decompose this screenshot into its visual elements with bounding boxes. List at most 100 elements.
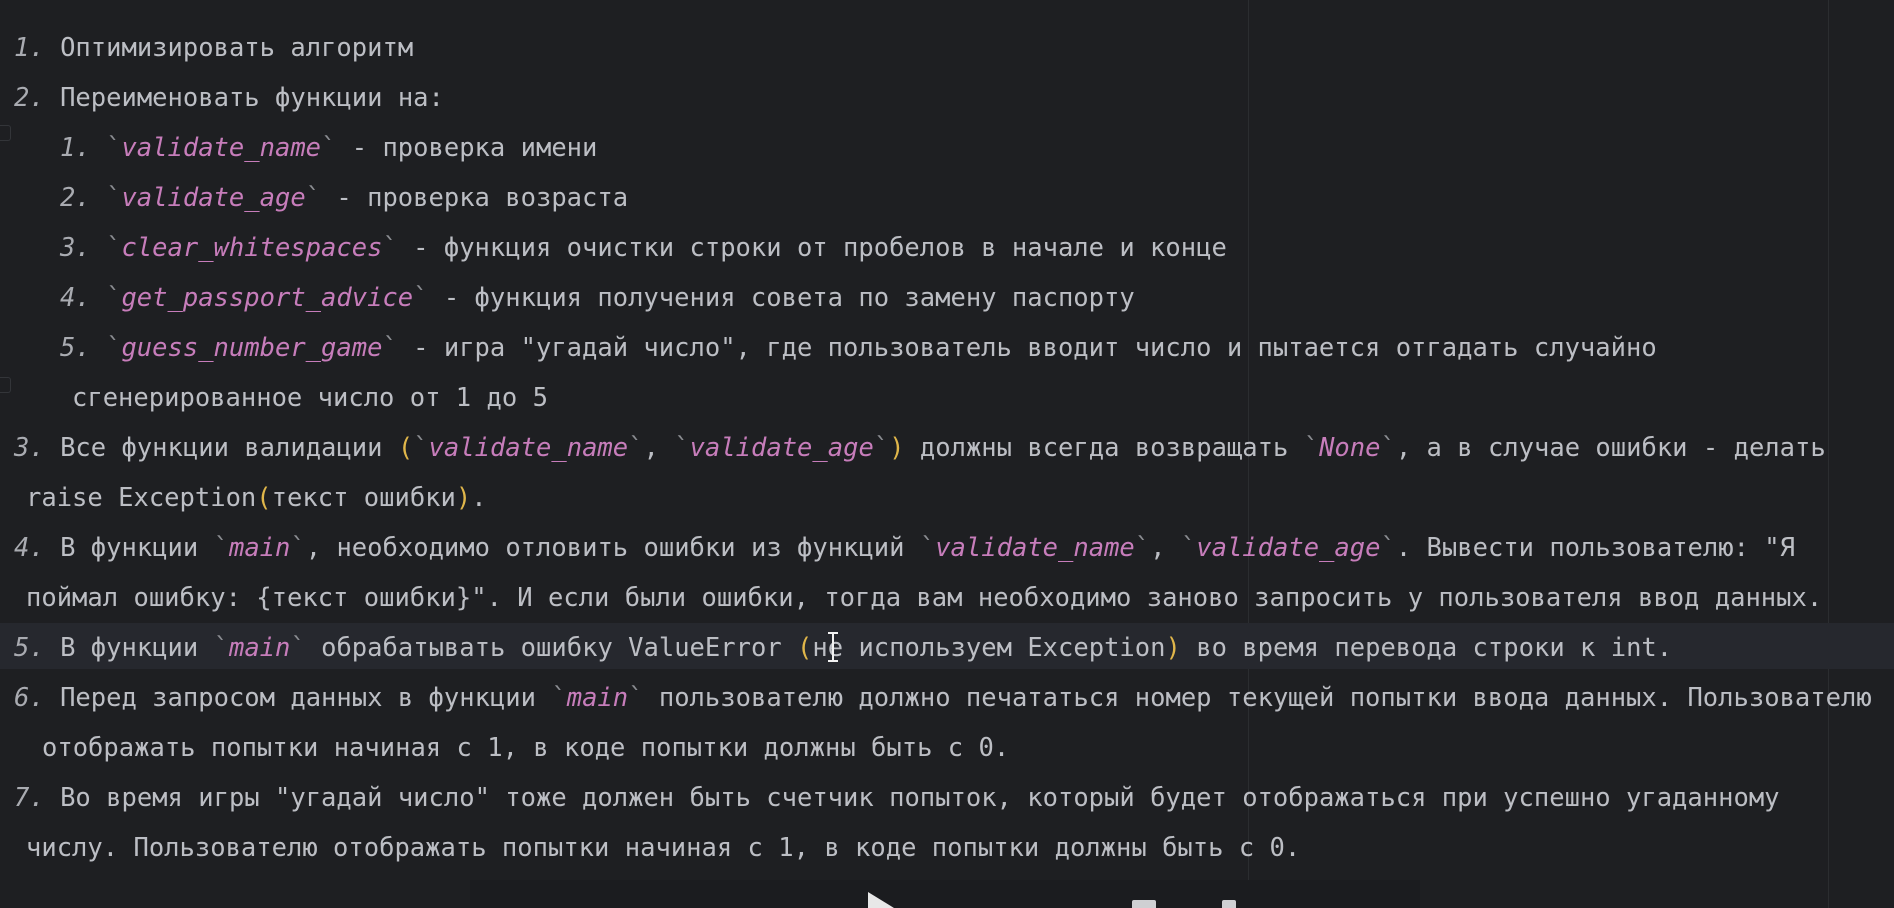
editor-line: 1. Оптимизировать алгоритм xyxy=(14,23,413,73)
editor-line: 6. Перед запросом данных в функции `main… xyxy=(14,673,1872,723)
line-text: ) xyxy=(889,433,905,463)
inline-code: main xyxy=(566,683,629,713)
line-text: - функция получения совета по замену пас… xyxy=(428,283,1135,313)
editor-line: 5. В функции `main` обрабатывать ошибку … xyxy=(14,623,1672,673)
editor-line: числу. Пользователю отображать попытки н… xyxy=(26,823,1300,873)
line-text: ) xyxy=(455,483,472,513)
inline-code: validate_name xyxy=(428,433,629,463)
list-number: 7. xyxy=(14,783,45,813)
play-icon[interactable] xyxy=(868,892,894,908)
line-text: ` xyxy=(674,433,690,463)
line-text: ` xyxy=(106,133,122,163)
line-text: ` xyxy=(873,433,890,463)
line-text: не используем Exception xyxy=(812,633,1166,663)
line-text: - функция очистки строки от пробелов в н… xyxy=(397,233,1227,263)
line-text: ` xyxy=(919,533,936,563)
line-text: ` xyxy=(213,633,229,663)
line-text: ` xyxy=(1380,433,1396,463)
volume-icon[interactable] xyxy=(1132,900,1156,908)
editor-line: 2. Переименовать функции на: xyxy=(14,73,444,123)
line-text: ` xyxy=(628,433,644,463)
line-text: ` xyxy=(290,633,306,663)
editor-line: 2. `validate_age` - проверка возраста xyxy=(60,173,628,223)
list-number: 4. xyxy=(14,533,45,563)
line-text xyxy=(91,333,106,363)
line-text: , xyxy=(643,433,675,463)
line-text: raise Exception xyxy=(26,483,257,513)
editor-line: сгенерированное число от 1 до 5 xyxy=(72,373,548,423)
editor-line: 7. Во время игры "угадай число" тоже дол… xyxy=(14,773,1780,823)
line-text xyxy=(91,183,106,213)
line-text: ` xyxy=(551,683,567,713)
line-text: пользователю должно печататься номер тек… xyxy=(643,683,1872,713)
editor-line: 4. В функции `main`, необходимо отловить… xyxy=(14,523,1795,573)
inline-code: validate_age xyxy=(121,183,306,213)
line-text: ` xyxy=(413,283,429,313)
wrap-guide xyxy=(1828,0,1829,908)
line-text: . xyxy=(471,483,487,513)
line-text: ` xyxy=(290,533,306,563)
fold-marker-icon[interactable] xyxy=(0,125,11,141)
inline-code: guess_number_game xyxy=(121,333,383,363)
list-number: 5. xyxy=(14,633,45,663)
line-text: - игра "угадай число", где пользователь … xyxy=(397,333,1657,363)
editor-line: 3. `clear_whitespaces` - функция очистки… xyxy=(60,223,1227,273)
line-text: отображать попытки начиная с 1, в коде п… xyxy=(42,733,1010,763)
list-number: 4. xyxy=(60,283,91,313)
line-text: В функции xyxy=(44,633,214,663)
line-text: ` xyxy=(1180,533,1197,563)
inline-code: validate_name xyxy=(121,133,322,163)
line-text: текст ошибки xyxy=(271,483,456,513)
editor-line: поймал ошибку: {текст ошибки}". И если б… xyxy=(26,573,1822,623)
line-text: Переименовать функции на: xyxy=(44,83,444,113)
line-text: ( xyxy=(256,483,272,513)
line-text: ` xyxy=(1380,533,1396,563)
line-text: В функции xyxy=(44,533,214,563)
line-text: сгенерированное число от 1 до 5 xyxy=(72,383,548,413)
line-text: поймал ошибку: {текст ошибки}". И если б… xyxy=(26,583,1823,613)
line-text xyxy=(91,133,106,163)
editor-line: отображать попытки начиная с 1, в коде п… xyxy=(42,723,1009,773)
line-text: ` xyxy=(413,433,429,463)
line-text: числу. Пользователю отображать попытки н… xyxy=(26,833,1301,863)
line-text: ) xyxy=(1165,633,1181,663)
line-text: , xyxy=(1150,533,1181,563)
list-number: 3. xyxy=(14,433,45,463)
inline-code: validate_age xyxy=(689,433,874,463)
line-text: ` xyxy=(305,183,322,213)
line-text: ` xyxy=(382,333,398,363)
list-number: 1. xyxy=(14,33,45,63)
line-text: ` xyxy=(1303,433,1320,463)
markdown-editor[interactable]: 1. Оптимизировать алгоритм 2. Переименов… xyxy=(0,0,1894,908)
line-text: во время перевода строки к int. xyxy=(1180,633,1673,663)
editor-line: 5. `guess_number_game` - игра "угадай чи… xyxy=(60,323,1657,373)
line-text: - проверка имени xyxy=(336,133,598,163)
line-text: , необходимо отловить ошибки из функций xyxy=(305,533,920,563)
line-text: ( xyxy=(397,433,414,463)
line-text: Все функции валидации xyxy=(44,433,398,463)
line-text: . Вывести пользователю: "Я xyxy=(1395,533,1795,563)
editor-line: 3. Все функции валидации (`validate_name… xyxy=(14,423,1826,473)
line-text: ` xyxy=(106,333,122,363)
editor-line: 4. `get_passport_advice` - функция получ… xyxy=(60,273,1135,323)
text-cursor-icon xyxy=(828,632,838,662)
line-text: ` xyxy=(382,233,398,263)
line-text: - проверка возраста xyxy=(321,183,629,213)
editor-line: raise Exception(текст ошибки). xyxy=(26,473,487,523)
inline-code: main xyxy=(228,533,291,563)
fold-marker-icon[interactable] xyxy=(0,377,11,393)
line-text: , а в случае ошибки - делать xyxy=(1395,433,1826,463)
inline-code: clear_whitespaces xyxy=(121,233,383,263)
line-text: ` xyxy=(628,683,644,713)
line-text: Оптимизировать алгоритм xyxy=(44,33,414,63)
list-number: 2. xyxy=(14,83,45,113)
list-number: 5. xyxy=(60,333,91,363)
line-text xyxy=(91,233,106,263)
line-text: ( xyxy=(797,633,813,663)
list-number: 3. xyxy=(60,233,91,263)
list-number: 1. xyxy=(60,133,91,163)
inline-code: main xyxy=(228,633,291,663)
settings-icon[interactable] xyxy=(1222,900,1236,908)
editor-line: 1. `validate_name` - проверка имени xyxy=(60,123,597,173)
line-text: ` xyxy=(321,133,337,163)
